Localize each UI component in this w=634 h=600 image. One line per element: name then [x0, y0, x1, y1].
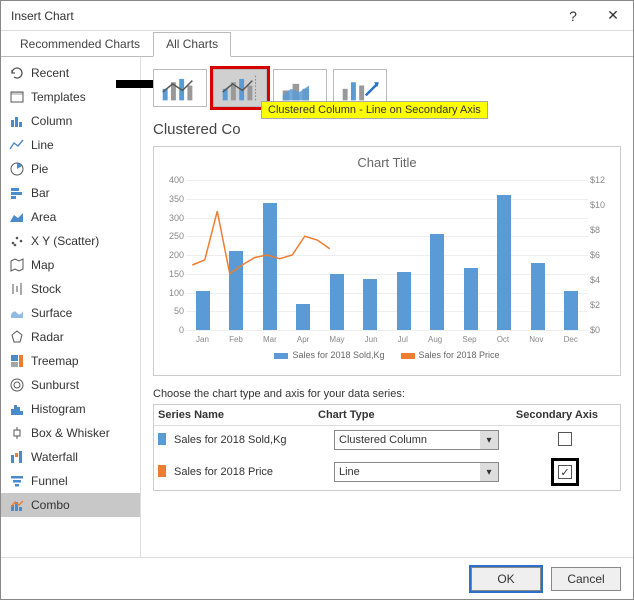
series-type-select-1[interactable]: Clustered Column▾	[334, 430, 499, 450]
sidebar-label: Funnel	[31, 474, 68, 488]
chevron-down-icon: ▾	[480, 431, 498, 449]
sidebar-item-histogram[interactable]: Histogram	[1, 397, 140, 421]
insert-chart-dialog: Insert Chart ? ✕ Recommended Charts All …	[0, 0, 634, 600]
chart-legend: Sales for 2018 Sold,Kg Sales for 2018 Pr…	[158, 344, 616, 360]
sidebar-label: Map	[31, 258, 54, 272]
sidebar-item-recent[interactable]: Recent	[1, 61, 140, 85]
close-button[interactable]: ✕	[593, 1, 633, 31]
sidebar-label: Combo	[31, 498, 70, 512]
series-table: Series Name Chart Type Secondary Axis Sa…	[153, 404, 621, 491]
series-name-2: Sales for 2018 Price	[174, 466, 334, 478]
dialog-footer: OK Cancel	[1, 557, 633, 599]
sidebar-item-stock[interactable]: Stock	[1, 277, 140, 301]
sidebar-label: Histogram	[31, 402, 86, 416]
sidebar-item-area[interactable]: Area	[1, 205, 140, 229]
sidebar-item-scatter[interactable]: X Y (Scatter)	[1, 229, 140, 253]
series-row-1: Sales for 2018 Sold,Kg Clustered Column▾	[154, 426, 620, 454]
series-instruction: Choose the chart type and axis for your …	[153, 388, 621, 400]
help-button[interactable]: ?	[553, 1, 593, 31]
header-secondary-axis: Secondary Axis	[498, 409, 616, 421]
sidebar-item-treemap[interactable]: Treemap	[1, 349, 140, 373]
series-row-2: Sales for 2018 Price Line▾ ✓	[154, 454, 620, 490]
series-name-1: Sales for 2018 Sold,Kg	[174, 434, 334, 446]
sidebar-label: Recent	[31, 66, 69, 80]
chart-title: Chart Title	[158, 151, 616, 174]
y-axis-primary: 050100150200250300350400	[158, 174, 184, 344]
sidebar-item-bar[interactable]: Bar	[1, 181, 140, 205]
sidebar-label: X Y (Scatter)	[31, 234, 99, 248]
sidebar-item-column[interactable]: Column	[1, 109, 140, 133]
chart-preview[interactable]: Chart Title 050100150200250300350400 $0$…	[153, 146, 621, 376]
x-axis: JanFebMarAprMayJunJulAugSepOctNovDec	[186, 335, 588, 344]
sidebar-label: Waterfall	[31, 450, 78, 464]
y-axis-secondary: $0$2$4$6$8$10$12	[590, 174, 616, 344]
sidebar-label: Box & Whisker	[31, 426, 110, 440]
tab-bar: Recommended Charts All Charts	[1, 31, 633, 57]
sidebar-item-pie[interactable]: Pie	[1, 157, 140, 181]
sidebar-label: Templates	[31, 90, 86, 104]
tab-recommended[interactable]: Recommended Charts	[7, 32, 153, 57]
sidebar-item-radar[interactable]: Radar	[1, 325, 140, 349]
subtype-tooltip: Clustered Column - Line on Secondary Axi…	[261, 101, 488, 119]
sidebar-label: Treemap	[31, 354, 79, 368]
series-type-select-2[interactable]: Line▾	[334, 462, 499, 482]
chevron-down-icon: ▾	[480, 463, 498, 481]
sidebar-label: Column	[31, 114, 72, 128]
ok-button[interactable]: OK	[471, 567, 541, 591]
sidebar-label: Sunburst	[31, 378, 79, 392]
subtype-title: Clustered Co	[153, 121, 621, 138]
sidebar-label: Stock	[31, 282, 61, 296]
sidebar-item-templates[interactable]: Templates	[1, 85, 140, 109]
combo-subtype-clustered-line-secondary[interactable]	[213, 69, 267, 107]
sidebar-item-combo[interactable]: Combo	[1, 493, 140, 517]
sidebar-item-sunburst[interactable]: Sunburst	[1, 373, 140, 397]
secondary-axis-checkbox-1[interactable]	[558, 432, 572, 446]
sidebar-label: Area	[31, 210, 56, 224]
sidebar-item-funnel[interactable]: Funnel	[1, 469, 140, 493]
window-title: Insert Chart	[11, 9, 74, 23]
sidebar-label: Radar	[31, 330, 64, 344]
sidebar-item-boxwhisker[interactable]: Box & Whisker	[1, 421, 140, 445]
sidebar-item-waterfall[interactable]: Waterfall	[1, 445, 140, 469]
secondary-axis-checkbox-2[interactable]: ✓	[558, 465, 572, 479]
sidebar-label: Pie	[31, 162, 48, 176]
titlebar: Insert Chart ? ✕	[1, 1, 633, 31]
chart-type-list: Recent Templates Column Line Pie Bar Are…	[1, 57, 141, 557]
tab-all-charts[interactable]: All Charts	[153, 32, 231, 57]
combo-subtype-clustered-line[interactable]	[153, 69, 207, 107]
sidebar-label: Surface	[31, 306, 72, 320]
header-chart-type: Chart Type	[318, 409, 498, 421]
sidebar-item-surface[interactable]: Surface	[1, 301, 140, 325]
sidebar-item-map[interactable]: Map	[1, 253, 140, 277]
sidebar-label: Line	[31, 138, 54, 152]
bar-series	[186, 180, 588, 330]
chart-plot-area: 050100150200250300350400 $0$2$4$6$8$10$1…	[186, 174, 588, 344]
header-series-name: Series Name	[158, 409, 318, 421]
sidebar-item-line[interactable]: Line	[1, 133, 140, 157]
sidebar-label: Bar	[31, 186, 50, 200]
cancel-button[interactable]: Cancel	[551, 567, 621, 591]
